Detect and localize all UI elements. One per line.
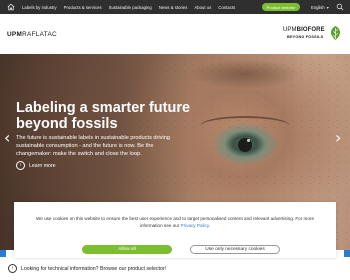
chevron-right-circle-icon: › — [8, 264, 17, 273]
nav-news-stories[interactable]: News & stories — [159, 5, 188, 10]
language-label: English — [311, 4, 325, 10]
chevron-down-icon: ▾ — [326, 4, 329, 10]
nav-products-services[interactable]: Products & services — [64, 5, 102, 10]
cookie-banner: We use cookies on this website to ensure… — [14, 202, 336, 258]
slider-indicator-right — [344, 250, 350, 257]
cookie-text-body: We use cookies on this website to ensure… — [36, 216, 314, 228]
cookie-text: We use cookies on this website to ensure… — [28, 216, 322, 229]
upm-biofore-logo[interactable]: UPMBIOFORE BEYOND FOSSILS — [283, 25, 341, 47]
upm-raflatac-logo[interactable]: UPMRAFLATAC — [7, 31, 57, 38]
nav-sustainable-packaging[interactable]: Sustainable packaging — [109, 5, 152, 10]
language-selector[interactable]: English ▾ — [311, 0, 329, 14]
privacy-policy-link[interactable]: Privacy Policy — [181, 223, 209, 228]
leaf-icon — [330, 26, 341, 40]
hero-text: The future is sustainable labels in sust… — [16, 135, 170, 157]
learn-more-link[interactable]: › Learn more — [16, 161, 56, 170]
nav-labels-by-industry[interactable]: Labels by industry — [22, 5, 57, 10]
nav-about-us[interactable]: About us — [194, 5, 211, 10]
biofore-logo-top: UPMBIOFORE — [283, 27, 325, 33]
hero-title: Labeling a smarter future beyond fossils — [16, 100, 191, 132]
biofore-upm-text: UPM — [283, 27, 297, 33]
main-nav: Labels by industry Products & services S… — [22, 0, 242, 14]
chevron-right-circle-icon: › — [16, 161, 25, 170]
product-selector-link-label: Looking for technical information? Brows… — [21, 265, 167, 272]
search-icon[interactable] — [336, 3, 344, 11]
nav-contacts[interactable]: Contacts — [218, 5, 235, 10]
logo-bold-text: UPM — [7, 31, 23, 38]
product-selector-link[interactable]: › Looking for technical information? Bro… — [8, 264, 166, 273]
chevron-right-icon[interactable]: › — [335, 130, 341, 146]
product-selector-button[interactable]: Product selector — [262, 3, 300, 11]
cookie-text-end: . — [208, 222, 211, 228]
allow-all-button[interactable]: Allow all — [82, 245, 172, 254]
biofore-text: BIOFORE — [296, 27, 325, 33]
chevron-left-icon[interactable]: ‹ — [4, 130, 10, 146]
home-icon[interactable] — [7, 3, 15, 11]
learn-more-label: Learn more — [29, 162, 56, 169]
top-nav-bar: Labels by industry Products & services S… — [0, 0, 350, 14]
beyond-fossils-text: BEYOND FOSSILS — [287, 35, 324, 39]
slider-indicator-left — [0, 250, 6, 257]
logo-rest-text: RAFLATAC — [22, 31, 57, 38]
necessary-cookies-button[interactable]: Use only necessary cookies — [190, 245, 280, 254]
